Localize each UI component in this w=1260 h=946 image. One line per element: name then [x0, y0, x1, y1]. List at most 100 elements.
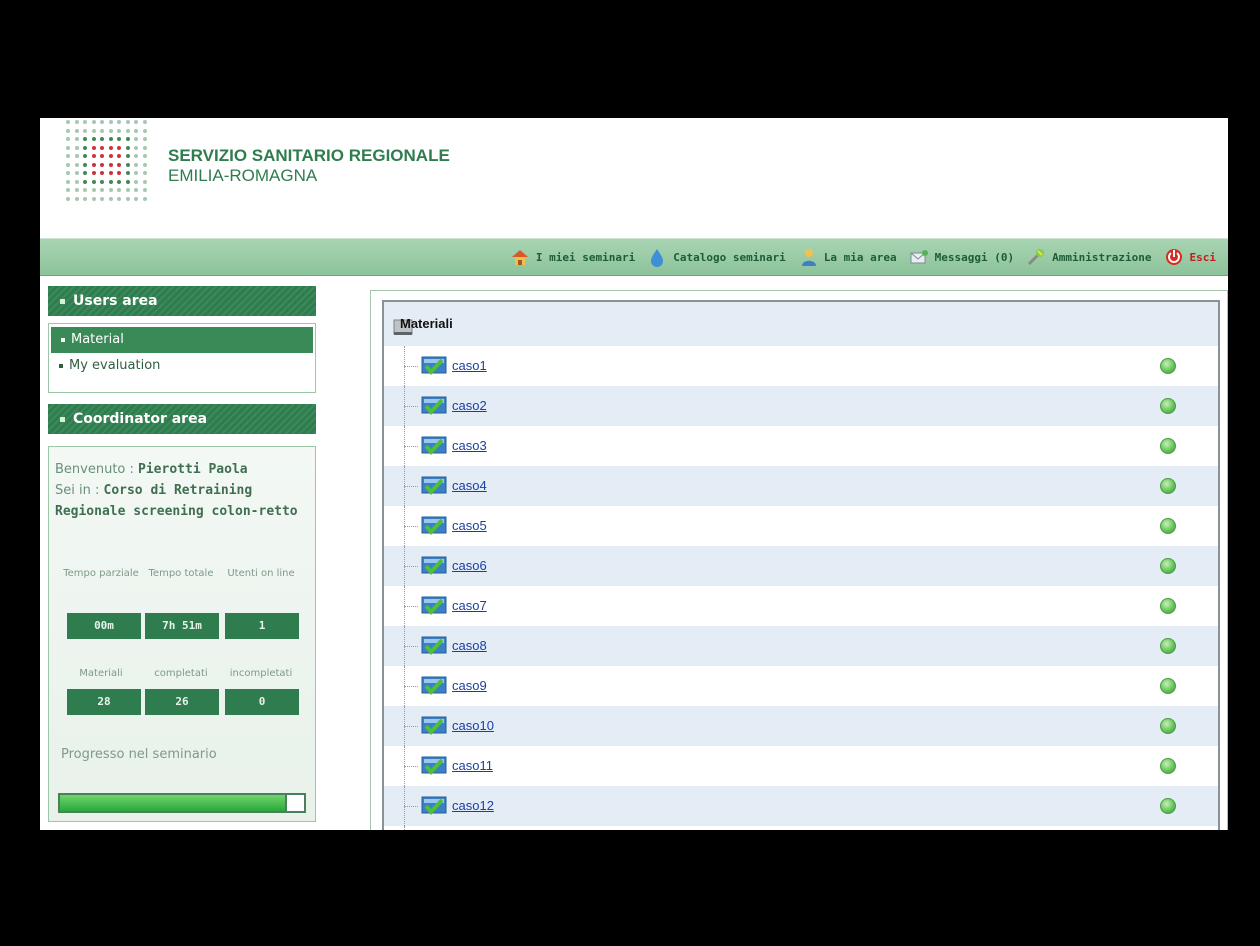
- logo-dot: [74, 188, 79, 192]
- case-check-icon: [420, 554, 448, 578]
- logo-dot: [142, 179, 147, 184]
- users-area-header[interactable]: Users area: [48, 286, 316, 316]
- sidebar-item-0[interactable]: Material: [51, 327, 313, 353]
- logo-dot: [74, 154, 79, 158]
- case-check-icon: [420, 594, 448, 618]
- logo-dot: [100, 154, 104, 158]
- logo-dot: [66, 145, 70, 150]
- coordinator-area-header[interactable]: Coordinator area: [48, 404, 316, 434]
- list-item: caso4: [384, 466, 1218, 506]
- logo-dot: [108, 162, 113, 167]
- list-item: caso9: [384, 666, 1218, 706]
- logo-dot: [66, 154, 70, 158]
- logo-dot: [91, 128, 96, 133]
- logo-dot: [74, 196, 79, 201]
- stat-value-users-online: 1: [225, 613, 299, 639]
- logo-dot: [108, 120, 113, 124]
- logo-dot: [100, 137, 104, 141]
- logo-dot: [142, 196, 147, 201]
- nav-item-1[interactable]: Catalogo seminari: [647, 247, 786, 267]
- logo-dot: [91, 179, 96, 184]
- tree-branch: [404, 606, 418, 608]
- logo-dot: [74, 120, 79, 124]
- nav-item-label: Messaggi (0): [934, 250, 1015, 264]
- logo-dot: [142, 162, 147, 167]
- logo-dot: [142, 188, 147, 192]
- logo-dot: [125, 137, 130, 141]
- sidebar-item-1[interactable]: My evaluation: [49, 353, 315, 379]
- nav-item-label: La mia area: [823, 250, 897, 264]
- status-ok-icon: [1160, 758, 1176, 774]
- logo-dot: [125, 196, 130, 201]
- welcome-line: Benvenuto : Pierotti Paola: [55, 459, 311, 480]
- nav-item-4[interactable]: Amministrazione: [1026, 247, 1152, 267]
- list-item: caso1: [384, 346, 1218, 386]
- case-link[interactable]: caso5: [452, 518, 487, 533]
- nav-item-label: Catalogo seminari: [673, 250, 786, 264]
- nav-item-5[interactable]: Esci: [1164, 247, 1216, 267]
- case-link[interactable]: caso2: [452, 398, 487, 413]
- catalog-drop-icon: [647, 247, 667, 267]
- logo-dot: [100, 196, 104, 201]
- coordinator-area-title: Coordinator area: [73, 411, 208, 427]
- tree-line: [404, 826, 406, 830]
- logo-dot: [66, 196, 70, 201]
- status-ok-icon: [1160, 438, 1176, 454]
- stat-label-partial-time: Tempo parziale: [63, 568, 139, 579]
- logo-dot: [83, 145, 87, 150]
- logo-dot: [125, 145, 130, 150]
- sidebar-item-label: My evaluation: [69, 358, 161, 373]
- logo-dot: [142, 154, 147, 158]
- app-window: SERVIZIO SANITARIO REGIONALE EMILIA-ROMA…: [40, 118, 1228, 830]
- home-icon: [510, 247, 530, 267]
- logo-dot: [91, 196, 96, 201]
- case-link[interactable]: caso11: [452, 758, 493, 773]
- nav-item-2[interactable]: La mia area: [798, 247, 897, 267]
- sidebar-item-label: Material: [71, 332, 124, 347]
- logo-dot: [83, 179, 87, 184]
- logo-dot: [117, 188, 121, 192]
- nav-item-3[interactable]: Messaggi (0): [909, 247, 1014, 267]
- logo-dot: [125, 154, 130, 158]
- logo-dot: [142, 145, 147, 150]
- case-link[interactable]: caso8: [452, 638, 487, 653]
- case-check-icon: [420, 714, 448, 738]
- logo-dot: [74, 145, 79, 150]
- logo-dot: [66, 137, 70, 141]
- logo-dot: [100, 162, 104, 167]
- case-check-icon: [420, 794, 448, 818]
- logo-dot: [125, 171, 130, 175]
- logo-dot: [83, 120, 87, 124]
- tree-branch: [404, 526, 418, 528]
- logo-dot: [125, 162, 130, 167]
- case-link[interactable]: caso6: [452, 558, 487, 573]
- logo-dot: [91, 171, 96, 175]
- list-item: caso6: [384, 546, 1218, 586]
- list-item: caso3: [384, 426, 1218, 466]
- case-link[interactable]: caso1: [452, 358, 487, 373]
- logo-dot: [66, 171, 70, 175]
- logo-dot: [117, 171, 121, 175]
- materials-tree-panel: Materiali caso1 caso2 caso3 caso4 caso5 caso6…: [382, 300, 1220, 830]
- logo-dot: [91, 137, 96, 141]
- logo-dot: [100, 120, 104, 124]
- case-link[interactable]: caso3: [452, 438, 487, 453]
- power-exit-icon: [1164, 247, 1184, 267]
- case-link[interactable]: caso4: [452, 478, 487, 493]
- list-item: caso8: [384, 626, 1218, 666]
- nav-item-0[interactable]: I miei seminari: [510, 247, 635, 267]
- tree-branch: [404, 806, 418, 808]
- logo-dot: [134, 120, 138, 124]
- logo-dot: [108, 196, 113, 201]
- tree-branch: [404, 686, 418, 688]
- case-link[interactable]: caso9: [452, 678, 487, 693]
- case-link[interactable]: caso7: [452, 598, 487, 613]
- stat-label-users-online: Utenti on line: [227, 568, 295, 579]
- case-check-icon: [420, 434, 448, 458]
- status-ok-icon: [1160, 678, 1176, 694]
- case-link[interactable]: caso10: [452, 718, 494, 733]
- logo-dot: [83, 128, 87, 133]
- logo-dot: [117, 154, 121, 158]
- case-link[interactable]: caso12: [452, 798, 494, 813]
- stat-label-completed: completati: [154, 668, 208, 679]
